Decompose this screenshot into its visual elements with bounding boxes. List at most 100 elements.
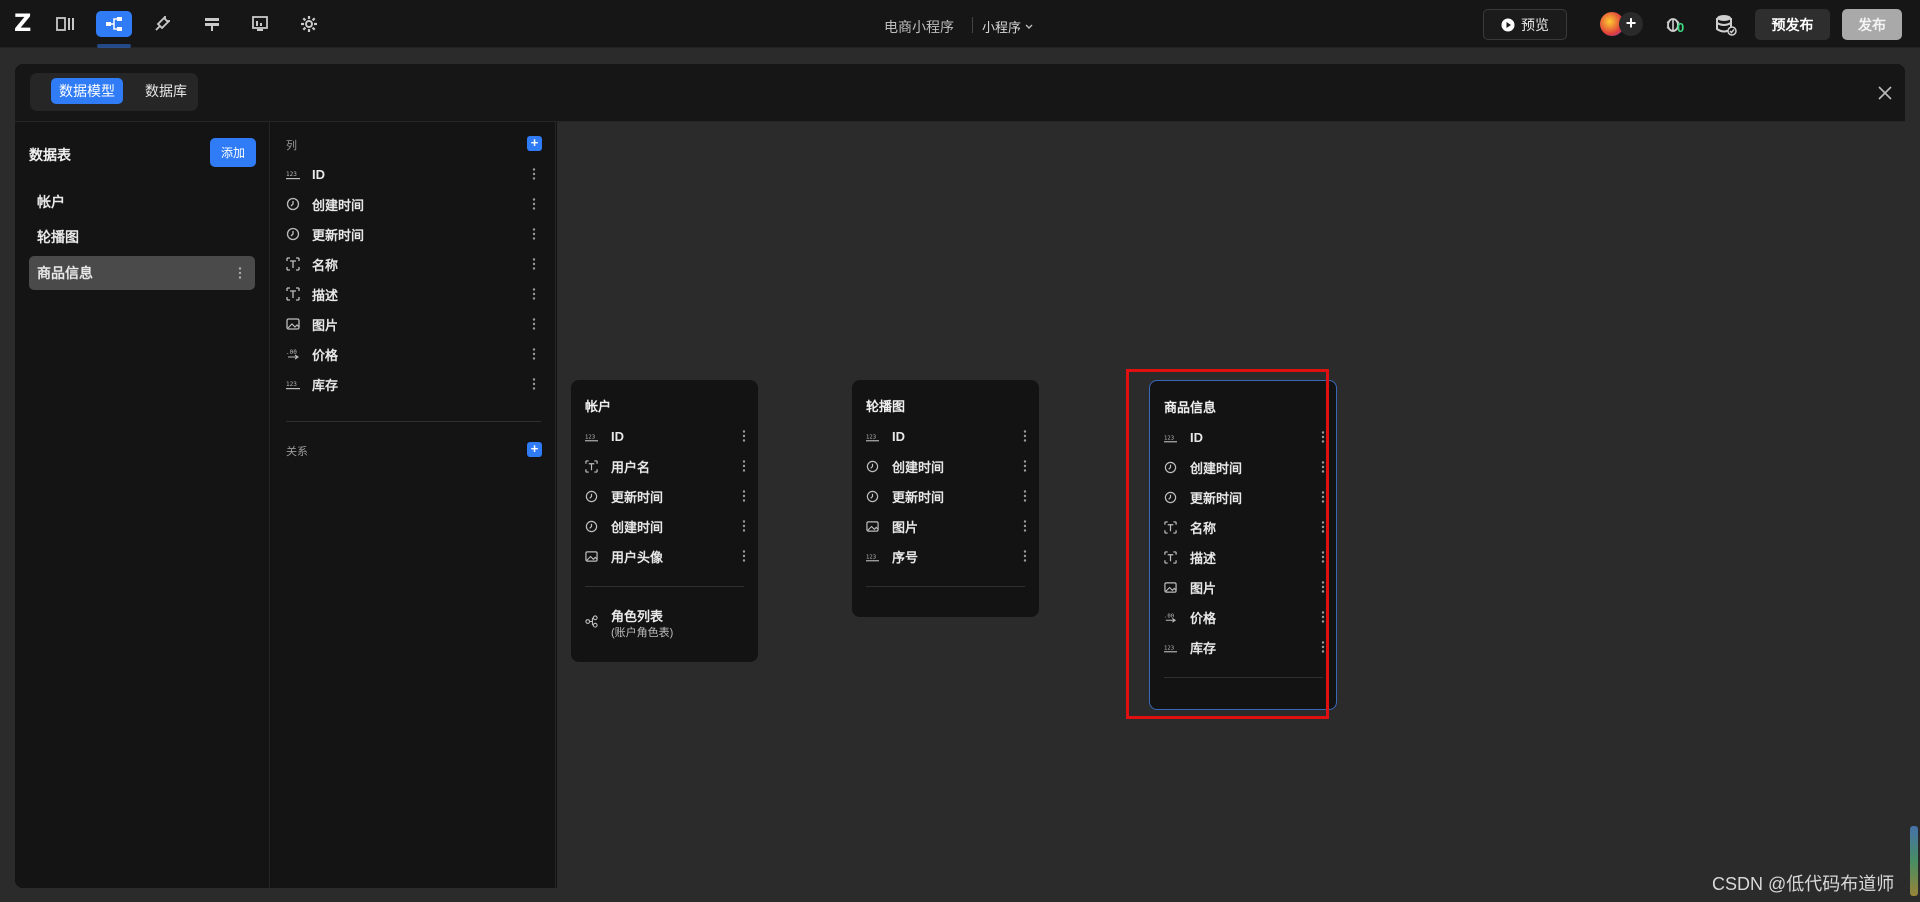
more-icon[interactable] (737, 549, 751, 563)
table-item-product-info[interactable]: 商品信息 (29, 256, 255, 290)
table-card-account[interactable]: 帐户 123 ID 用户名 更新时间 创建时间 用户头像 角色列表 (账户角色表… (571, 380, 758, 662)
text-icon (286, 287, 300, 301)
more-icon[interactable] (1018, 429, 1032, 443)
column-row[interactable]: 图片 (286, 312, 541, 336)
image-icon (286, 318, 300, 330)
more-icon[interactable] (737, 489, 751, 503)
more-icon[interactable] (1018, 519, 1032, 533)
column-label: 名称 (312, 257, 339, 273)
card-field-row[interactable]: 创建时间 (585, 515, 746, 537)
column-row[interactable]: 创建时间 (286, 192, 541, 216)
card-field-row[interactable]: 用户头像 (585, 545, 746, 567)
more-icon[interactable] (737, 459, 751, 473)
more-icon[interactable] (737, 519, 751, 533)
more-icon[interactable] (737, 429, 751, 443)
tables-sidebar: 数据表 添加 帐户 轮播图 商品信息 (15, 122, 270, 888)
column-row[interactable]: .00 价格 (286, 342, 541, 366)
relations-section-label: 关系 (286, 446, 308, 458)
dashboard-icon[interactable] (242, 11, 278, 37)
card-field-row[interactable]: 用户名 (585, 455, 746, 477)
app-logo[interactable]: Z (14, 11, 38, 35)
more-icon[interactable] (527, 167, 541, 181)
card-field-row[interactable]: 更新时间 (585, 485, 746, 507)
more-icon[interactable] (1018, 489, 1032, 503)
more-icon[interactable] (527, 287, 541, 301)
field-label: ID (892, 428, 905, 444)
tables-title: 数据表 (29, 147, 71, 163)
card-field-row[interactable]: 图片 (866, 515, 1027, 537)
column-row[interactable]: 名称 (286, 252, 541, 276)
chevron-down-icon (1025, 24, 1033, 29)
svg-text:123: 123 (866, 554, 876, 560)
table-item-account[interactable]: 帐户 (29, 185, 255, 219)
image-icon (585, 550, 598, 562)
more-icon[interactable] (1018, 549, 1032, 563)
card-field-row[interactable]: 更新时间 (866, 485, 1027, 507)
card-field-row[interactable]: 创建时间 (866, 455, 1027, 477)
more-icon[interactable] (233, 266, 247, 280)
field-label: 创建时间 (611, 519, 664, 535)
clock-icon (866, 490, 879, 502)
more-icon[interactable] (527, 257, 541, 271)
columns-panel: 列 + 123 ID 创建时间 更新时间 名称 描述 图片 .00 价格 123… (271, 122, 556, 888)
database-check-icon[interactable] (1714, 13, 1738, 37)
column-row[interactable]: 更新时间 (286, 222, 541, 246)
prepublish-button[interactable]: 预发布 (1755, 9, 1830, 40)
field-label: 创建时间 (892, 459, 945, 475)
app-type-dropdown[interactable]: 小程序 (982, 17, 1033, 36)
clock-icon (866, 460, 879, 472)
table-item-carousel[interactable]: 轮播图 (29, 220, 255, 254)
card-divider (866, 586, 1025, 587)
more-icon[interactable] (527, 197, 541, 211)
tab-data-model[interactable]: 数据模型 (51, 78, 123, 104)
panel-header: 数据模型 数据库 (15, 64, 1905, 122)
add-collaborator-button[interactable]: + (1619, 12, 1643, 36)
publish-button[interactable]: 发布 (1842, 9, 1902, 40)
add-column-button[interactable]: + (527, 136, 542, 151)
card-field-row[interactable]: 123 ID (866, 425, 1027, 447)
field-label: 图片 (892, 519, 919, 535)
more-icon[interactable] (1018, 459, 1032, 473)
svg-text:123: 123 (286, 171, 297, 178)
svg-text:123: 123 (286, 381, 297, 388)
debug-bug-icon[interactable]: 0 (1663, 13, 1687, 37)
workflow-icon[interactable] (194, 11, 230, 37)
preview-button[interactable]: 预览 (1483, 9, 1567, 40)
column-label: 描述 (312, 287, 339, 303)
column-row[interactable]: 123 库存 (286, 372, 541, 396)
active-tab-indicator (97, 44, 131, 48)
close-icon[interactable] (1875, 83, 1895, 103)
clock-icon (585, 520, 598, 532)
add-relation-button[interactable]: + (527, 442, 542, 457)
more-icon[interactable] (527, 377, 541, 391)
watermark-text: CSDN @低代码布道师 (1712, 874, 1895, 894)
field-label: 更新时间 (611, 489, 664, 505)
app-title: 电商小程序 (884, 19, 954, 35)
card-field-row[interactable]: 123 序号 (866, 545, 1027, 567)
section-divider (286, 421, 541, 422)
card-field-row[interactable]: 123 ID (585, 425, 746, 447)
column-label: 创建时间 (312, 197, 365, 213)
table-item-label: 商品信息 (37, 265, 93, 281)
more-icon[interactable] (527, 227, 541, 241)
more-icon[interactable] (527, 347, 541, 361)
column-row[interactable]: 123 ID (286, 162, 541, 186)
debug-badge: 0 (1677, 20, 1685, 35)
pages-icon[interactable] (48, 11, 84, 37)
relation-subtitle: (账户角色表) (611, 627, 674, 639)
table-card-carousel[interactable]: 轮播图 123 ID 创建时间 更新时间 图片 123 序号 (852, 380, 1039, 617)
plugin-icon[interactable] (144, 11, 180, 37)
column-row[interactable]: 描述 (286, 282, 541, 306)
settings-gear-icon[interactable] (291, 11, 327, 37)
number-icon: 123 (286, 171, 300, 180)
tab-database[interactable]: 数据库 (137, 78, 195, 104)
data-model-icon[interactable] (96, 11, 132, 37)
svg-text:123: 123 (585, 434, 595, 440)
text-icon (286, 257, 300, 271)
more-icon[interactable] (527, 317, 541, 331)
add-table-button[interactable]: 添加 (210, 138, 256, 167)
relation-title[interactable]: 角色列表 (611, 606, 663, 625)
field-label: 用户头像 (611, 549, 664, 565)
scroll-indicator[interactable] (1910, 826, 1918, 896)
column-label: 价格 (312, 347, 339, 363)
